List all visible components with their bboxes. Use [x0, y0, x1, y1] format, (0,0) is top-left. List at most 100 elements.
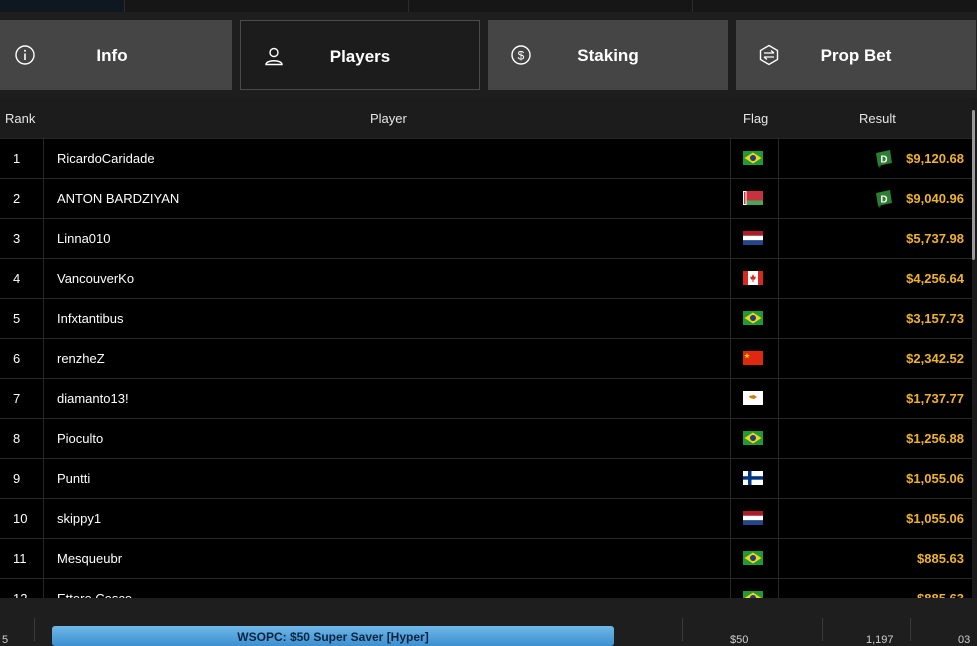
bottom-entries: 1,197: [866, 634, 894, 646]
result-value: $885.63: [917, 591, 964, 598]
rank-value: 11: [13, 551, 27, 566]
china-flag-icon: [743, 351, 763, 365]
top-strip-segment: [692, 0, 977, 12]
table-row[interactable]: 5 Infxtantibus $3,157.73: [0, 298, 972, 339]
flag-cell: [730, 379, 779, 419]
table-row[interactable]: 11 Mesqueubr $885.63: [0, 538, 972, 579]
top-strip: [0, 0, 977, 12]
header-player[interactable]: Player: [370, 111, 407, 126]
table-row[interactable]: 7 diamanto13! $1,737.77: [0, 378, 972, 419]
bottom-rank: 5: [2, 634, 9, 646]
header-flag[interactable]: Flag: [743, 111, 768, 126]
player-name[interactable]: Pioculto: [57, 431, 103, 446]
table-row[interactable]: 12 Ettore Cosco $885.63: [0, 578, 972, 598]
rank-value: 3: [13, 231, 21, 246]
table-row[interactable]: 1 RicardoCaridade D $9,120.68: [0, 138, 972, 179]
scrollbar-thumb[interactable]: [972, 110, 975, 260]
flag-cell: [730, 259, 779, 299]
rank-cell: 6: [0, 339, 44, 379]
result-value: $1,055.06: [906, 471, 964, 486]
divider: [910, 618, 911, 641]
draftkings-badge-icon: D: [876, 150, 892, 168]
rank-value: 6: [13, 351, 21, 366]
tab-prop-bet[interactable]: Prop Bet: [736, 20, 976, 90]
player-name[interactable]: Ettore Cosco: [57, 591, 132, 598]
cyprus-flag-icon: [743, 391, 763, 405]
tab-players[interactable]: Players: [240, 20, 480, 90]
flag-cell: [730, 579, 779, 598]
top-strip-segment: [0, 0, 124, 12]
table-row[interactable]: 9 Puntti $1,055.06: [0, 458, 972, 499]
flag-cell: [730, 419, 779, 459]
result-value: $9,120.68: [906, 151, 964, 166]
player-name[interactable]: diamanto13!: [57, 391, 129, 406]
netherlands-flag-icon: [743, 511, 763, 525]
brazil-flag-icon: [743, 591, 763, 598]
table-row[interactable]: 8 Pioculto $1,256.88: [0, 418, 972, 459]
finland-flag-icon: [743, 471, 763, 485]
flag-cell: [730, 139, 779, 179]
rank-cell: 1: [0, 139, 44, 179]
bottom-time: 03: [958, 634, 971, 646]
table-row[interactable]: 2 ANTON BARDZIYAN D $9,040.96: [0, 178, 972, 219]
top-strip-segment: [408, 0, 693, 12]
header-result[interactable]: Result: [859, 111, 896, 126]
netherlands-flag-icon: [743, 231, 763, 245]
rank-cell: 2: [0, 179, 44, 219]
player-name[interactable]: ANTON BARDZIYAN: [57, 191, 179, 206]
player-name[interactable]: skippy1: [57, 511, 101, 526]
result-value: $2,342.52: [906, 351, 964, 366]
canada-flag-icon: [743, 271, 763, 285]
player-name[interactable]: Mesqueubr: [57, 551, 122, 566]
rank-value: 7: [13, 391, 21, 406]
brazil-flag-icon: [743, 551, 763, 565]
player-name[interactable]: Infxtantibus: [57, 311, 124, 326]
draftkings-badge-icon: D: [876, 190, 892, 208]
result-value: $9,040.96: [906, 191, 964, 206]
table-row[interactable]: 10 skippy1 $1,055.06: [0, 498, 972, 539]
top-strip-segment: [124, 0, 409, 12]
player-name[interactable]: Linna010: [57, 231, 111, 246]
tab-info[interactable]: Info: [0, 20, 232, 90]
rank-value: 1: [13, 151, 21, 166]
badge-label: D: [880, 155, 887, 166]
belarus-flag-icon: [743, 191, 763, 205]
result-value: $1,055.06: [906, 511, 964, 526]
result-value: $885.63: [917, 551, 964, 566]
rank-value: 12: [13, 591, 27, 598]
rank-cell: 12: [0, 579, 44, 598]
result-value: $1,737.77: [906, 391, 964, 406]
table-row[interactable]: 4 VancouverKo $4,256.64: [0, 258, 972, 299]
rank-value: 5: [13, 311, 21, 326]
tournament-banner[interactable]: WSOPC: $50 Super Saver [Hyper]: [52, 626, 614, 646]
tab-info-label: Info: [96, 46, 128, 65]
result-value: $1,256.88: [906, 431, 964, 446]
divider: [822, 618, 823, 641]
bottom-buyin: $50: [730, 634, 749, 646]
rank-cell: 9: [0, 459, 44, 499]
brazil-flag-icon: [743, 151, 763, 165]
table-row[interactable]: 6 renzheZ $2,342.52: [0, 338, 972, 379]
player-name[interactable]: renzheZ: [57, 351, 105, 366]
rank-cell: 8: [0, 419, 44, 459]
divider: [34, 618, 35, 641]
result-value: $5,737.98: [906, 231, 964, 246]
divider: [682, 618, 683, 641]
rank-value: 8: [13, 431, 21, 446]
flag-cell: [730, 539, 779, 579]
tab-staking[interactable]: $ Staking: [488, 20, 728, 90]
table-header: Rank Player Flag Result: [0, 98, 972, 138]
tab-players-label: Players: [329, 47, 391, 66]
flag-cell: [730, 219, 779, 259]
player-name[interactable]: RicardoCaridade: [57, 151, 155, 166]
result-value: $3,157.73: [906, 311, 964, 326]
result-value: $4,256.64: [906, 271, 964, 286]
rank-cell: 7: [0, 379, 44, 419]
table-row[interactable]: 3 Linna010 $5,737.98: [0, 218, 972, 259]
brazil-flag-icon: [743, 431, 763, 445]
rank-cell: 3: [0, 219, 44, 259]
header-rank[interactable]: Rank: [5, 111, 35, 126]
player-name[interactable]: Puntti: [57, 471, 90, 486]
flag-cell: [730, 179, 779, 219]
player-name[interactable]: VancouverKo: [57, 271, 134, 286]
